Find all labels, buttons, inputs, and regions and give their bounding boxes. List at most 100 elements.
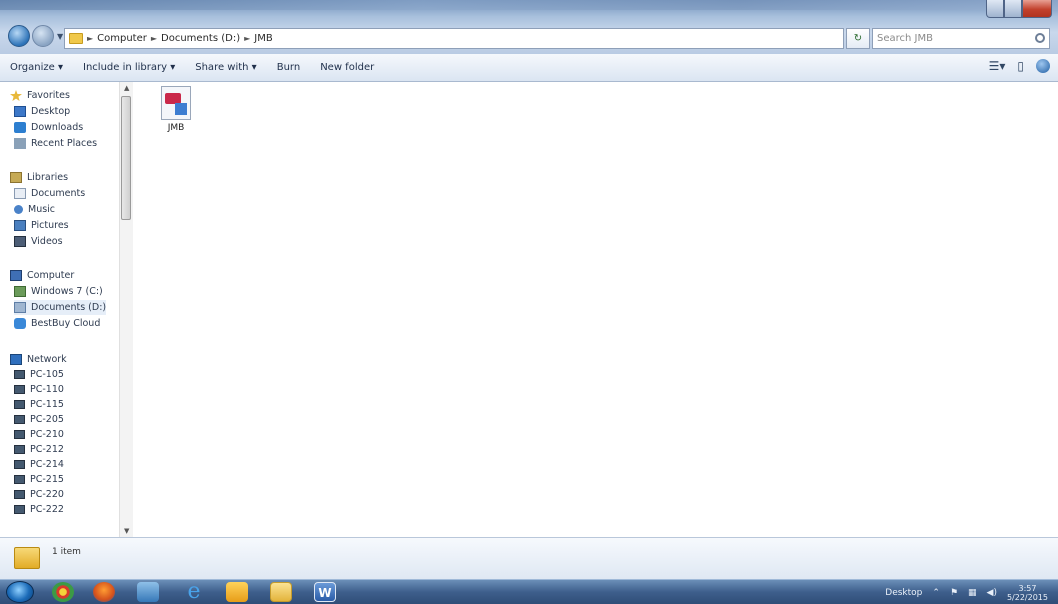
nav-music[interactable]: Music (14, 202, 55, 217)
share-with-menu[interactable]: Share with ▾ (195, 62, 256, 73)
drive-icon (14, 302, 26, 313)
nav-downloads[interactable]: Downloads (14, 120, 83, 135)
star-icon (10, 90, 22, 101)
chevron-right-icon[interactable]: ► (151, 34, 157, 43)
documents-icon (14, 188, 26, 199)
scroll-down-icon[interactable]: ▼ (124, 527, 129, 535)
change-view-icon[interactable]: ☰▾ (989, 59, 1006, 73)
scroll-up-icon[interactable]: ▲ (124, 84, 129, 92)
start-button[interactable] (6, 581, 34, 603)
nav-recent-places[interactable]: Recent Places (14, 136, 97, 151)
recent-pages-chevron-icon[interactable]: ▼ (57, 32, 63, 41)
nav-network-pc[interactable]: PC-215 (14, 472, 64, 487)
search-icon (1035, 33, 1045, 43)
access-database-icon (161, 86, 191, 120)
chevron-up-icon[interactable]: ⌃ (932, 588, 940, 598)
details-pane: 1 item (0, 537, 1058, 579)
nav-network-pc[interactable]: PC-210 (14, 427, 64, 442)
drive-icon (14, 286, 26, 297)
nav-computer[interactable]: Computer (10, 268, 74, 283)
nav-drive-d[interactable]: Documents (D:) (14, 300, 107, 315)
maximize-button[interactable] (1004, 0, 1022, 18)
nav-network-pc[interactable]: PC-222 (14, 502, 64, 517)
help-icon[interactable] (1036, 59, 1050, 73)
nav-scrollbar-thumb[interactable] (121, 96, 131, 220)
view-controls: ☰▾ ▯ (989, 59, 1050, 73)
chrome-icon[interactable] (52, 582, 74, 602)
back-button[interactable] (8, 25, 30, 47)
nav-drive-c[interactable]: Windows 7 (C:) (14, 284, 103, 299)
desktop-toolbar-label[interactable]: Desktop (885, 588, 922, 598)
file-name: JMB (167, 123, 185, 133)
nav-network-pc[interactable]: PC-115 (14, 397, 64, 412)
breadcrumb-jmb[interactable]: JMB (254, 33, 272, 44)
firefox-icon[interactable] (93, 582, 115, 602)
computer-icon (10, 270, 22, 281)
breadcrumb-computer[interactable]: Computer (97, 33, 147, 44)
volume-icon[interactable]: ◀) (987, 588, 997, 598)
command-bar: Organize ▾ Include in library ▾ Share wi… (0, 54, 1058, 82)
item-count: 1 item (52, 547, 81, 557)
include-in-library-menu[interactable]: Include in library ▾ (83, 62, 175, 73)
recent-places-icon (14, 138, 26, 149)
pc-icon (14, 415, 25, 424)
pictures-icon (14, 220, 26, 231)
nav-network-pc[interactable]: PC-105 (14, 367, 64, 382)
pc-icon (14, 370, 25, 379)
media-player-icon[interactable] (137, 582, 159, 602)
pc-icon (14, 460, 25, 469)
music-icon (14, 205, 23, 214)
nav-favorites[interactable]: Favorites (10, 88, 70, 103)
cloud-icon (14, 318, 26, 329)
videos-icon (14, 236, 26, 247)
file-item[interactable]: JMB (156, 86, 196, 133)
organize-menu[interactable]: Organize ▾ (10, 62, 63, 73)
nav-network-pc[interactable]: PC-205 (14, 412, 64, 427)
breadcrumb-documents-drive[interactable]: Documents (D:) (161, 33, 240, 44)
network-icon (10, 354, 22, 365)
nav-desktop[interactable]: Desktop (14, 104, 70, 119)
desktop-icon (14, 106, 26, 117)
chevron-right-icon[interactable]: ► (244, 34, 250, 43)
outlook-icon[interactable] (226, 582, 248, 602)
burn-button[interactable]: Burn (277, 62, 300, 73)
chevron-right-icon[interactable]: ► (87, 34, 93, 43)
windows-explorer-icon[interactable] (270, 582, 292, 602)
nav-network[interactable]: Network (10, 352, 67, 367)
nav-network-pc[interactable]: PC-220 (14, 487, 64, 502)
nav-network-pc[interactable]: PC-110 (14, 382, 64, 397)
nav-network-pc[interactable]: PC-214 (14, 457, 64, 472)
search-input[interactable]: Search JMB (872, 28, 1050, 49)
nav-cloud[interactable]: BestBuy Cloud (14, 316, 100, 331)
nav-documents[interactable]: Documents (14, 186, 85, 201)
forward-button[interactable] (32, 25, 54, 47)
nav-pictures[interactable]: Pictures (14, 218, 69, 233)
pc-icon (14, 430, 25, 439)
pc-icon (14, 400, 25, 409)
refresh-button[interactable]: ↻ (846, 28, 870, 49)
nav-network-pc[interactable]: PC-212 (14, 442, 64, 457)
clock[interactable]: 3:57 5/22/2015 (1007, 584, 1048, 602)
network-tray-icon[interactable]: ▦ (968, 588, 977, 598)
libraries-icon (10, 172, 22, 183)
flag-icon[interactable]: ⚑ (950, 588, 958, 598)
pc-icon (14, 505, 25, 514)
address-bar[interactable]: ► Computer ► Documents (D:) ► JMB (64, 28, 844, 49)
system-tray: Desktop ⌃ ⚑ ▦ ◀) 3:57 5/22/2015 (885, 583, 1048, 603)
preview-pane-icon[interactable]: ▯ (1017, 59, 1024, 73)
pc-icon (14, 490, 25, 499)
window-controls (986, 0, 1052, 18)
pc-icon (14, 475, 25, 484)
close-button[interactable] (1022, 0, 1052, 18)
internet-explorer-icon[interactable]: e (183, 581, 205, 603)
folder-icon (14, 547, 40, 569)
pc-icon (14, 385, 25, 394)
taskbar: e W Desktop ⌃ ⚑ ▦ ◀) 3:57 5/22/2015 (0, 579, 1058, 604)
minimize-button[interactable] (986, 0, 1004, 18)
nav-libraries[interactable]: Libraries (10, 170, 68, 185)
word-icon[interactable]: W (314, 582, 336, 602)
nav-videos[interactable]: Videos (14, 234, 63, 249)
new-folder-button[interactable]: New folder (320, 62, 374, 73)
navigation-pane: Favorites Desktop Downloads Recent Place… (0, 82, 136, 537)
file-list-area[interactable] (136, 82, 1058, 537)
